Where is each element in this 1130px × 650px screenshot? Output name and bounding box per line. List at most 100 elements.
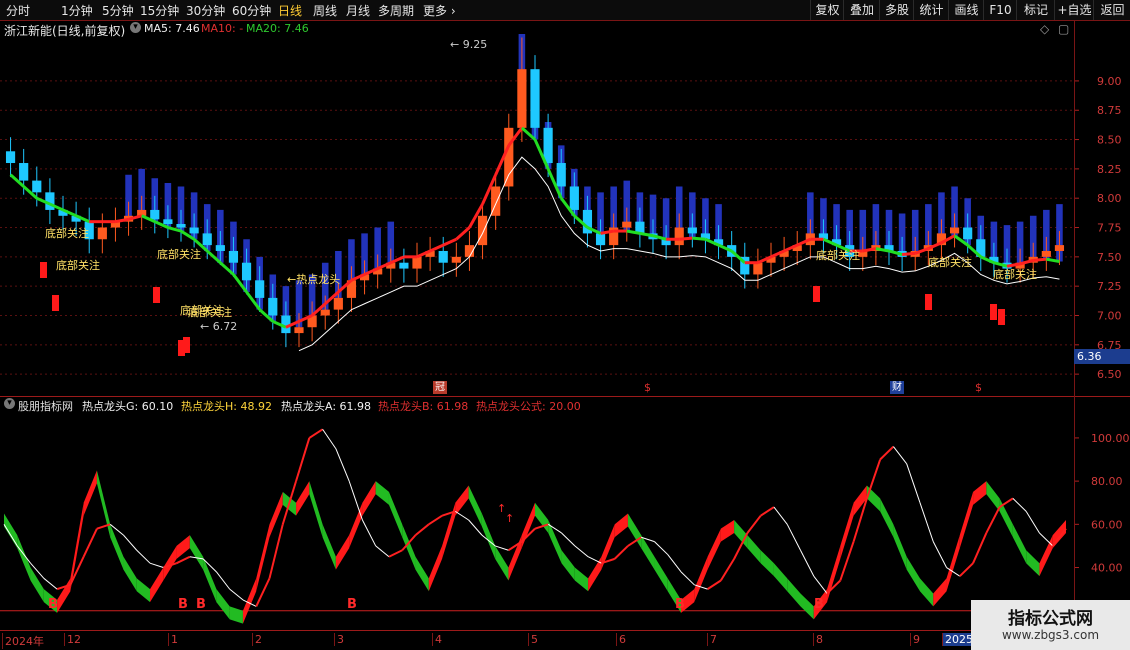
indicator-ribbon bbox=[946, 535, 960, 592]
toolbar-button-3[interactable]: 统计 bbox=[913, 0, 949, 20]
indicator-b-line bbox=[760, 506, 775, 517]
chevron-down-icon[interactable]: ▾ bbox=[130, 22, 141, 33]
candle-body bbox=[176, 224, 186, 228]
tab-0[interactable]: 分时 bbox=[6, 2, 30, 19]
indicator-b-line bbox=[667, 554, 682, 573]
indicator-ribbon bbox=[760, 550, 774, 577]
candle-body bbox=[530, 69, 540, 128]
tab-4[interactable]: 30分钟 bbox=[186, 2, 225, 19]
indicator-b-line bbox=[919, 502, 934, 542]
toolbar-button-7[interactable]: +自选 bbox=[1054, 0, 1094, 20]
signal-block bbox=[183, 337, 190, 353]
candle-body bbox=[202, 233, 212, 246]
ma-line bbox=[455, 226, 471, 241]
toolbar-button-1[interactable]: 叠加 bbox=[843, 0, 880, 20]
candle-body bbox=[753, 262, 763, 275]
axis-tick-label: 80.00 bbox=[1091, 475, 1123, 488]
tab-10[interactable]: 更多 › bbox=[423, 2, 456, 19]
indicator-ribbon bbox=[229, 606, 243, 624]
tab-6[interactable]: 日线 bbox=[278, 2, 302, 19]
indicator-ribbon bbox=[415, 556, 429, 592]
event-tag[interactable]: $ bbox=[644, 381, 651, 394]
axis-tick-label: 8.50 bbox=[1097, 134, 1122, 147]
axis-tick-label: 60.00 bbox=[1091, 518, 1123, 531]
candle-body bbox=[412, 256, 422, 269]
period-toolbar: 分时 1分钟 5分钟 15分钟 30分钟 60分钟 日线 周线 月线 多周期 更多 › 复权 叠加 多股统… bbox=[0, 0, 1130, 21]
time-axis-label: 1 bbox=[168, 633, 178, 646]
tab-5[interactable]: 60分钟 bbox=[232, 2, 271, 19]
indicator-b-line bbox=[707, 579, 722, 590]
indicator-b-line bbox=[136, 549, 151, 564]
annotation-label: 底部关注 bbox=[188, 305, 232, 319]
indicator-ribbon bbox=[309, 481, 323, 538]
indicator-b-line bbox=[388, 549, 403, 558]
candle-body bbox=[163, 219, 173, 225]
indicator-b-line bbox=[216, 571, 231, 590]
tab-9[interactable]: 多周期 bbox=[378, 2, 414, 19]
toolbar-button-6[interactable]: 标记 bbox=[1016, 0, 1055, 20]
time-axis-label: 7 bbox=[707, 633, 717, 646]
signal-block bbox=[925, 294, 932, 310]
arrow-marker: ↑ bbox=[505, 512, 514, 525]
indicator-ribbon bbox=[787, 578, 801, 607]
ma-line bbox=[442, 237, 457, 247]
axis-tick-label: 7.50 bbox=[1097, 251, 1122, 264]
indicator-ribbon bbox=[375, 481, 389, 505]
event-tag[interactable]: 财 bbox=[890, 381, 904, 394]
event-tag[interactable]: $ bbox=[975, 381, 982, 394]
indicator-b-line bbox=[985, 506, 1001, 534]
indicator-ribbon bbox=[70, 502, 84, 592]
buy-marker: B bbox=[675, 597, 685, 612]
ma-line bbox=[692, 236, 706, 241]
indicator-b-line bbox=[561, 532, 576, 547]
tab-1[interactable]: 1分钟 bbox=[61, 2, 93, 19]
indicator-ribbon bbox=[495, 545, 509, 581]
indicator-ribbon bbox=[548, 520, 562, 564]
toolbar-button-8[interactable]: 返回 bbox=[1093, 0, 1130, 20]
candle-body bbox=[674, 227, 684, 246]
price-axis: 6.50 6.75 7.00 7.25 7.50 7.75 8.00 8.25 8.50 8.75… bbox=[1075, 75, 1122, 380]
axis-tick-label: 8.00 bbox=[1097, 192, 1122, 205]
tab-2[interactable]: 5分钟 bbox=[102, 2, 134, 19]
indicator-ribbon bbox=[893, 524, 907, 570]
indicator-b-line bbox=[879, 445, 895, 461]
indicator-b-line bbox=[893, 446, 908, 465]
indicator-ribbon bbox=[110, 524, 124, 570]
tab-7[interactable]: 周线 bbox=[313, 2, 337, 19]
tab-3[interactable]: 15分钟 bbox=[140, 2, 179, 19]
indicator-b-line bbox=[361, 519, 377, 547]
indicator-ribbon bbox=[561, 550, 575, 581]
indicator-b-line bbox=[813, 575, 828, 594]
indicator-b-line bbox=[587, 556, 602, 564]
indicator-chart[interactable]: B B B B B B↑↑ bbox=[0, 412, 1074, 628]
time-axis-label: 6 bbox=[616, 633, 626, 646]
indicator-ribbon bbox=[800, 593, 814, 620]
watermark-url: www.zbgs3.com bbox=[1001, 628, 1100, 642]
candlestick-chart[interactable]: 底部关注底部关注底部关注底部关注底部关注←热点龙头底部关注底部关注底部关注← 9… bbox=[0, 34, 1074, 380]
indicator-ribbon bbox=[57, 578, 71, 613]
tab-8[interactable]: 月线 bbox=[346, 2, 370, 19]
chevron-down-icon[interactable]: ▾ bbox=[4, 398, 15, 409]
time-axis-label: 8 bbox=[813, 633, 823, 646]
indicator-ribbon bbox=[176, 535, 190, 559]
candle-body bbox=[438, 250, 448, 263]
toolbar-button-4[interactable]: 画线 bbox=[948, 0, 984, 20]
buy-marker: B bbox=[178, 597, 188, 612]
indicator-b-line bbox=[176, 555, 191, 565]
candle-body bbox=[228, 250, 239, 263]
candle-body bbox=[963, 227, 973, 240]
indicator-b-line bbox=[613, 545, 629, 560]
signal-block bbox=[990, 304, 997, 320]
event-tag[interactable]: 冠 bbox=[433, 381, 447, 394]
annotation-label: 底部关注 bbox=[993, 267, 1037, 281]
indicator-ribbon bbox=[694, 556, 708, 603]
candle-body bbox=[97, 227, 107, 240]
candle-body bbox=[556, 163, 566, 187]
toolbar-button-2[interactable]: 多股 bbox=[879, 0, 914, 20]
indicator-b-line bbox=[680, 571, 695, 586]
candle-body bbox=[1054, 245, 1065, 251]
toolbar-button-5[interactable]: F10 bbox=[983, 0, 1017, 20]
indicator-ribbon bbox=[17, 535, 31, 581]
indicator-b-line bbox=[932, 541, 947, 568]
toolbar-button-0[interactable]: 复权 bbox=[810, 0, 844, 20]
